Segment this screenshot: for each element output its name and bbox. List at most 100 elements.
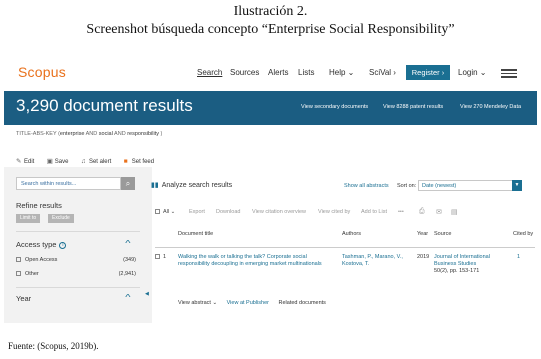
more-options-button[interactable]: •••	[398, 209, 404, 215]
analyze-results-link[interactable]: ▮▮ Analyze search results	[151, 181, 232, 189]
divider	[16, 287, 140, 288]
menu-icon[interactable]	[501, 69, 517, 78]
facet-open-access[interactable]: Open Access (349)	[16, 257, 136, 263]
facet-count: (2,941)	[118, 271, 136, 277]
column-document-title: Document title	[178, 231, 214, 237]
secondary-documents-link[interactable]: View secondary documents	[301, 104, 368, 110]
authors-link[interactable]: Tashman, P., Marano, V., Kostova, T.	[342, 254, 414, 268]
edit-button[interactable]: ✎ Edit	[16, 157, 34, 165]
query-term-responsibility: responsibility	[127, 131, 159, 137]
row-select[interactable]: 1	[155, 254, 177, 261]
source-title-link[interactable]: Journal of International Business Studie…	[434, 254, 508, 275]
nav-search[interactable]: Search	[197, 68, 222, 77]
checkbox[interactable]	[155, 254, 160, 259]
publication-year: 2019	[417, 254, 430, 260]
email-icon[interactable]: ✉	[436, 208, 442, 216]
pencil-icon: ✎	[16, 158, 22, 165]
query-prefix: TITLE-ABS-KEY (	[16, 131, 60, 137]
print-icon[interactable]: ⎙	[419, 208, 425, 216]
facet-count: (349)	[123, 257, 136, 263]
query-actions: ✎ Edit ▣ Save ♫ Set alert ■ Set feed	[16, 150, 162, 165]
sort-label: Sort on:	[397, 183, 417, 189]
mendeley-data-link[interactable]: View 270 Mendeley Data	[460, 104, 521, 110]
checkbox[interactable]	[16, 271, 21, 276]
limit-to-button[interactable]: Limit to	[16, 214, 41, 223]
year-heading[interactable]: Year	[16, 294, 31, 303]
info-icon[interactable]: i	[59, 242, 67, 249]
nav-help[interactable]: Help ⌄	[329, 68, 354, 77]
results-toolbar: All ⌄ Export Download View citation over…	[155, 207, 535, 217]
nav-sources[interactable]: Sources	[230, 68, 259, 77]
refine-heading: Refine results	[16, 201, 62, 210]
row-links: View abstract ⌄ View at Publisher Relate…	[178, 300, 334, 306]
download-button[interactable]: Download	[216, 209, 240, 215]
bibliography-icon[interactable]: ▤	[451, 208, 458, 216]
checkbox[interactable]	[155, 209, 160, 214]
search-icon[interactable]: ⌕	[121, 177, 135, 190]
search-within-input[interactable]: Search within results...	[16, 177, 121, 190]
query-operator: AND	[84, 131, 99, 137]
cited-by-count[interactable]: 1	[517, 254, 533, 261]
document-title-link[interactable]: Walking the walk or talking the talk? Co…	[178, 254, 336, 268]
source-note: Fuente: (Scopus, 2019b).	[8, 341, 99, 351]
citation-overview-button[interactable]: View citation overview	[252, 209, 306, 215]
figure-caption: Ilustración 2. Screenshot búsqueda conce…	[0, 3, 541, 39]
nav-alerts[interactable]: Alerts	[268, 68, 288, 77]
view-at-publisher-link[interactable]: View at Publisher	[227, 300, 269, 306]
column-authors: Authors	[342, 231, 361, 237]
source-title: Journal of International Business Studie…	[434, 254, 490, 267]
bell-icon: ♫	[80, 158, 86, 165]
column-year: Year	[417, 231, 429, 237]
bar-chart-icon: ▮▮	[151, 182, 159, 189]
nav-scival[interactable]: SciVal ›	[369, 68, 396, 77]
collapse-sidebar-icon[interactable]: ◀	[145, 291, 149, 297]
patent-results-link[interactable]: View 8288 patent results	[383, 104, 443, 110]
table-divider	[155, 247, 535, 248]
query-operator: AND	[112, 131, 128, 137]
chevron-up-icon[interactable]: ^	[125, 293, 130, 302]
set-feed-button[interactable]: ■ Set feed	[124, 158, 154, 165]
refine-sidebar: Search within results... ⌕ Refine result…	[4, 167, 152, 323]
column-cited-by: Cited by	[513, 231, 534, 237]
cited-by-button[interactable]: View cited by	[318, 209, 350, 215]
facet-label: Other	[25, 271, 39, 277]
scopus-logo[interactable]: Scopus	[18, 64, 66, 80]
save-label: Save	[54, 159, 69, 165]
show-all-abstracts-link[interactable]: Show all abstracts	[344, 183, 389, 189]
row-number: 1	[163, 254, 167, 260]
analyze-label: Analyze search results	[161, 182, 233, 189]
facet-other[interactable]: Other (2,941)	[16, 271, 136, 277]
select-all-dropdown[interactable]: All ⌄	[155, 209, 175, 215]
export-button[interactable]: Export	[189, 209, 205, 215]
rss-icon: ■	[123, 158, 128, 165]
register-button[interactable]: Register ›	[406, 65, 450, 80]
nav-lists[interactable]: Lists	[298, 68, 314, 77]
related-documents-link[interactable]: Related documents	[279, 300, 326, 306]
scopus-screenshot: Scopus Search Sources Alerts Lists Help …	[4, 55, 537, 323]
set-alert-label: Set alert	[88, 159, 112, 165]
chevron-up-icon[interactable]: ^	[125, 239, 130, 248]
chevron-down-icon[interactable]: ▼	[512, 180, 522, 191]
set-feed-label: Set feed	[131, 159, 155, 165]
checkbox[interactable]	[16, 257, 21, 262]
column-source: Source	[434, 231, 452, 237]
login-button[interactable]: Login ⌄	[458, 68, 487, 77]
access-type-label: Access type	[16, 240, 57, 249]
save-button[interactable]: ▣ Save	[47, 157, 69, 165]
access-type-heading[interactable]: Access type i	[16, 240, 67, 249]
caption-line-1: Ilustración 2.	[233, 4, 308, 19]
results-banner: 3,290 document results View secondary do…	[4, 91, 537, 125]
results-count-title: 3,290 document results	[16, 96, 193, 115]
facet-label: Open Access	[25, 257, 58, 263]
query-term-enterprise: enterprise	[59, 131, 85, 137]
add-to-list-button[interactable]: Add to List	[361, 209, 387, 215]
view-abstract-link[interactable]: View abstract ⌄	[178, 300, 217, 306]
set-alert-button[interactable]: ♫ Set alert	[81, 158, 111, 165]
search-query: TITLE-ABS-KEY (enterprise AND social AND…	[16, 131, 162, 137]
exclude-button[interactable]: Exclude	[48, 214, 74, 223]
sort-select[interactable]: Date (newest) ▼	[418, 180, 522, 191]
table-row: 1 Walking the walk or talking the talk? …	[155, 254, 535, 299]
select-all-label: All ⌄	[163, 209, 176, 215]
edit-label: Edit	[24, 159, 35, 165]
top-navigation: Scopus Search Sources Alerts Lists Help …	[4, 55, 537, 91]
